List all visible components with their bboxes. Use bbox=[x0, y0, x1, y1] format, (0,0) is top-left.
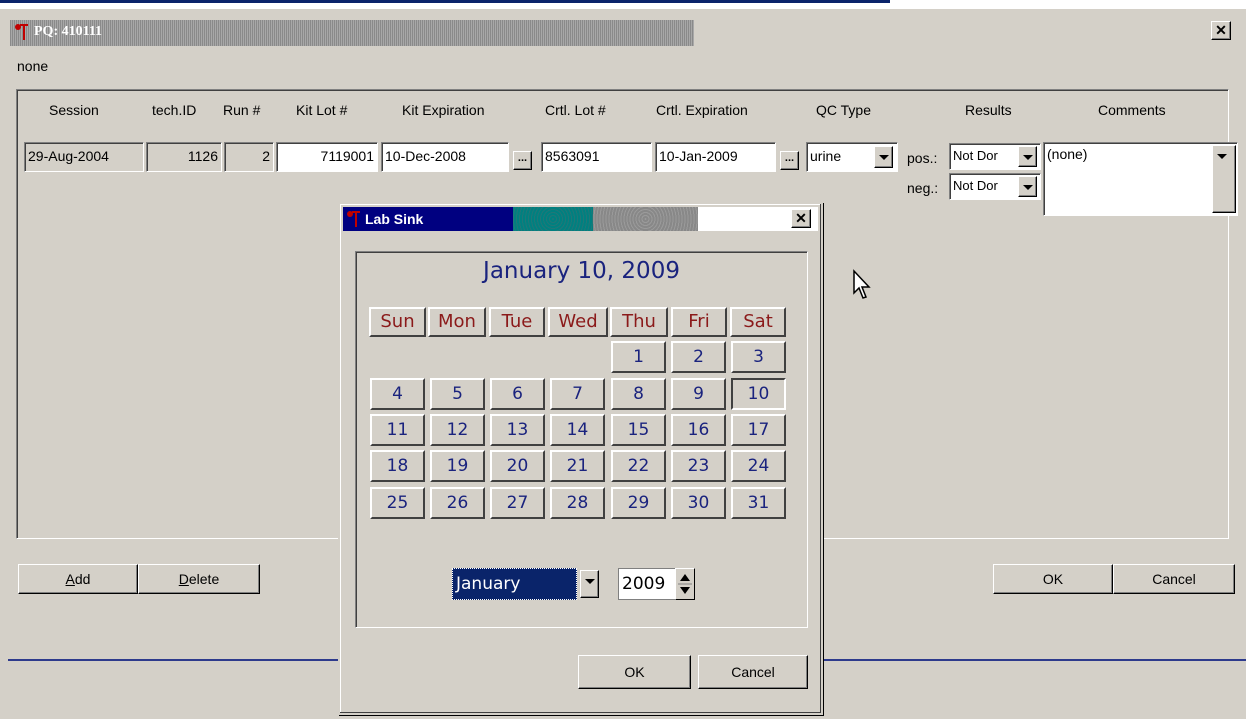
comments-field[interactable]: (none) bbox=[1043, 142, 1238, 216]
pos-result-value: Not Dor bbox=[953, 148, 998, 163]
calendar-day-24[interactable]: 24 bbox=[731, 450, 786, 482]
col-header-results: Results bbox=[965, 102, 1012, 118]
pos-label: pos.: bbox=[907, 150, 938, 166]
delete-button[interactable]: Delete bbox=[138, 564, 260, 594]
day-header-tue: Tue bbox=[489, 307, 545, 337]
add-label: dd bbox=[74, 571, 91, 587]
app-icon bbox=[347, 211, 360, 227]
day-header-sat: Sat bbox=[730, 307, 786, 337]
day-header-mon: Mon bbox=[428, 307, 486, 337]
calendar-day-25[interactable]: 25 bbox=[370, 487, 425, 519]
day-header-fri: Fri bbox=[671, 307, 727, 337]
run-cell: 2 bbox=[224, 142, 274, 172]
calendar-day-22[interactable]: 22 bbox=[611, 450, 666, 482]
dialog-ok-button[interactable]: OK bbox=[578, 655, 691, 689]
month-dropdown-arrow[interactable] bbox=[580, 570, 599, 598]
neg-dropdown-arrow[interactable] bbox=[1018, 176, 1037, 197]
close-icon: ✕ bbox=[795, 210, 807, 226]
spinner-arrows-icon bbox=[678, 574, 692, 594]
window-title: PQ: 410111 bbox=[34, 24, 103, 39]
col-header-tech-id: tech.ID bbox=[152, 102, 197, 118]
calendar-heading: January 10, 2009 bbox=[483, 258, 680, 284]
neg-result-value: Not Dor bbox=[953, 178, 998, 193]
calendar-day-17[interactable]: 17 bbox=[731, 414, 786, 446]
dialog-titlebar: Lab Sink bbox=[343, 207, 818, 231]
app-icon bbox=[15, 24, 28, 40]
calendar-day-12[interactable]: 12 bbox=[430, 414, 485, 446]
col-header-session: Session bbox=[49, 102, 99, 118]
col-header-kit-expiration: Kit Expiration bbox=[402, 102, 485, 118]
day-header-thu: Thu bbox=[610, 307, 668, 337]
calendar-day-21[interactable]: 21 bbox=[550, 450, 605, 482]
calendar-day-13[interactable]: 13 bbox=[490, 414, 545, 446]
add-button[interactable]: Add bbox=[18, 564, 138, 594]
year-input[interactable]: 2009 bbox=[618, 568, 678, 600]
close-window-button[interactable]: ✕ bbox=[1211, 21, 1231, 40]
ctrl-expiration-input[interactable]: 10-Jan-2009 bbox=[655, 142, 776, 172]
calendar-day-26[interactable]: 26 bbox=[430, 487, 485, 519]
calendar-day-16[interactable]: 16 bbox=[671, 414, 726, 446]
calendar-day-10[interactable]: 10 bbox=[731, 378, 786, 410]
ctrl-expiration-picker-button[interactable]: ... bbox=[780, 151, 799, 170]
kit-expiration-input[interactable]: 10-Dec-2008 bbox=[381, 142, 509, 172]
pos-dropdown-arrow[interactable] bbox=[1018, 146, 1037, 167]
dialog-title: Lab Sink bbox=[365, 211, 424, 227]
kit-lot-input[interactable]: 7119001 bbox=[276, 142, 378, 172]
col-header-ctrl-lot: Crtl. Lot # bbox=[545, 102, 606, 118]
qc-type-dropdown-arrow[interactable] bbox=[874, 146, 893, 168]
col-header-ctrl-expiration: Crtl. Expiration bbox=[656, 102, 748, 118]
calendar-day-5[interactable]: 5 bbox=[430, 378, 485, 410]
calendar-day-31[interactable]: 31 bbox=[731, 487, 786, 519]
col-header-kit-lot: Kit Lot # bbox=[296, 102, 348, 118]
calendar-day-18[interactable]: 18 bbox=[370, 450, 425, 482]
calendar-day-28[interactable]: 28 bbox=[550, 487, 605, 519]
delete-label: elete bbox=[188, 571, 220, 587]
day-header-sun: Sun bbox=[369, 307, 426, 337]
session-cell: 29-Aug-2004 bbox=[24, 142, 144, 172]
calendar-day-30[interactable]: 30 bbox=[671, 487, 726, 519]
window-titlebar: PQ: 410111 bbox=[10, 20, 694, 46]
ctrl-lot-input[interactable]: 8563091 bbox=[541, 142, 652, 172]
calendar-day-23[interactable]: 23 bbox=[671, 450, 726, 482]
ok-button[interactable]: OK bbox=[993, 564, 1113, 594]
calendar-day-27[interactable]: 27 bbox=[490, 487, 545, 519]
top-border bbox=[0, 0, 1246, 9]
calendar-day-7[interactable]: 7 bbox=[550, 378, 605, 410]
neg-label: neg.: bbox=[907, 180, 939, 196]
dialog-close-button[interactable]: ✕ bbox=[791, 209, 811, 228]
calendar-day-1[interactable]: 1 bbox=[611, 341, 666, 373]
add-mnemonic: A bbox=[65, 571, 75, 587]
calendar-day-14[interactable]: 14 bbox=[550, 414, 605, 446]
calendar-day-3[interactable]: 3 bbox=[731, 341, 786, 373]
month-select[interactable]: January bbox=[452, 568, 577, 600]
calendar-day-6[interactable]: 6 bbox=[490, 378, 545, 410]
calendar-day-29[interactable]: 29 bbox=[611, 487, 666, 519]
calendar-day-9[interactable]: 9 bbox=[671, 378, 726, 410]
calendar-day-11[interactable]: 11 bbox=[370, 414, 425, 446]
year-spinner[interactable] bbox=[675, 568, 695, 600]
day-header-wed: Wed bbox=[548, 307, 608, 337]
calendar-day-15[interactable]: 15 bbox=[611, 414, 666, 446]
qc-type-value: urine bbox=[810, 148, 842, 164]
close-icon: ✕ bbox=[1215, 22, 1227, 38]
col-header-comments: Comments bbox=[1098, 102, 1166, 118]
col-header-qc-type: QC Type bbox=[816, 102, 871, 118]
calendar-day-8[interactable]: 8 bbox=[611, 378, 666, 410]
tech-id-cell: 1126 bbox=[146, 142, 222, 172]
comments-dropdown-arrow[interactable] bbox=[1212, 145, 1236, 213]
delete-mnemonic: D bbox=[178, 571, 189, 587]
kit-expiration-picker-button[interactable]: ... bbox=[513, 151, 532, 170]
calendar-day-2[interactable]: 2 bbox=[671, 341, 726, 373]
calendar-day-4[interactable]: 4 bbox=[370, 378, 425, 410]
mouse-cursor-icon bbox=[853, 269, 871, 299]
calendar-day-19[interactable]: 19 bbox=[430, 450, 485, 482]
col-header-run: Run # bbox=[223, 102, 261, 118]
window-subtitle: none bbox=[17, 58, 49, 74]
calendar-day-20[interactable]: 20 bbox=[490, 450, 545, 482]
dialog-cancel-button[interactable]: Cancel bbox=[698, 655, 808, 689]
cancel-button[interactable]: Cancel bbox=[1113, 564, 1235, 594]
